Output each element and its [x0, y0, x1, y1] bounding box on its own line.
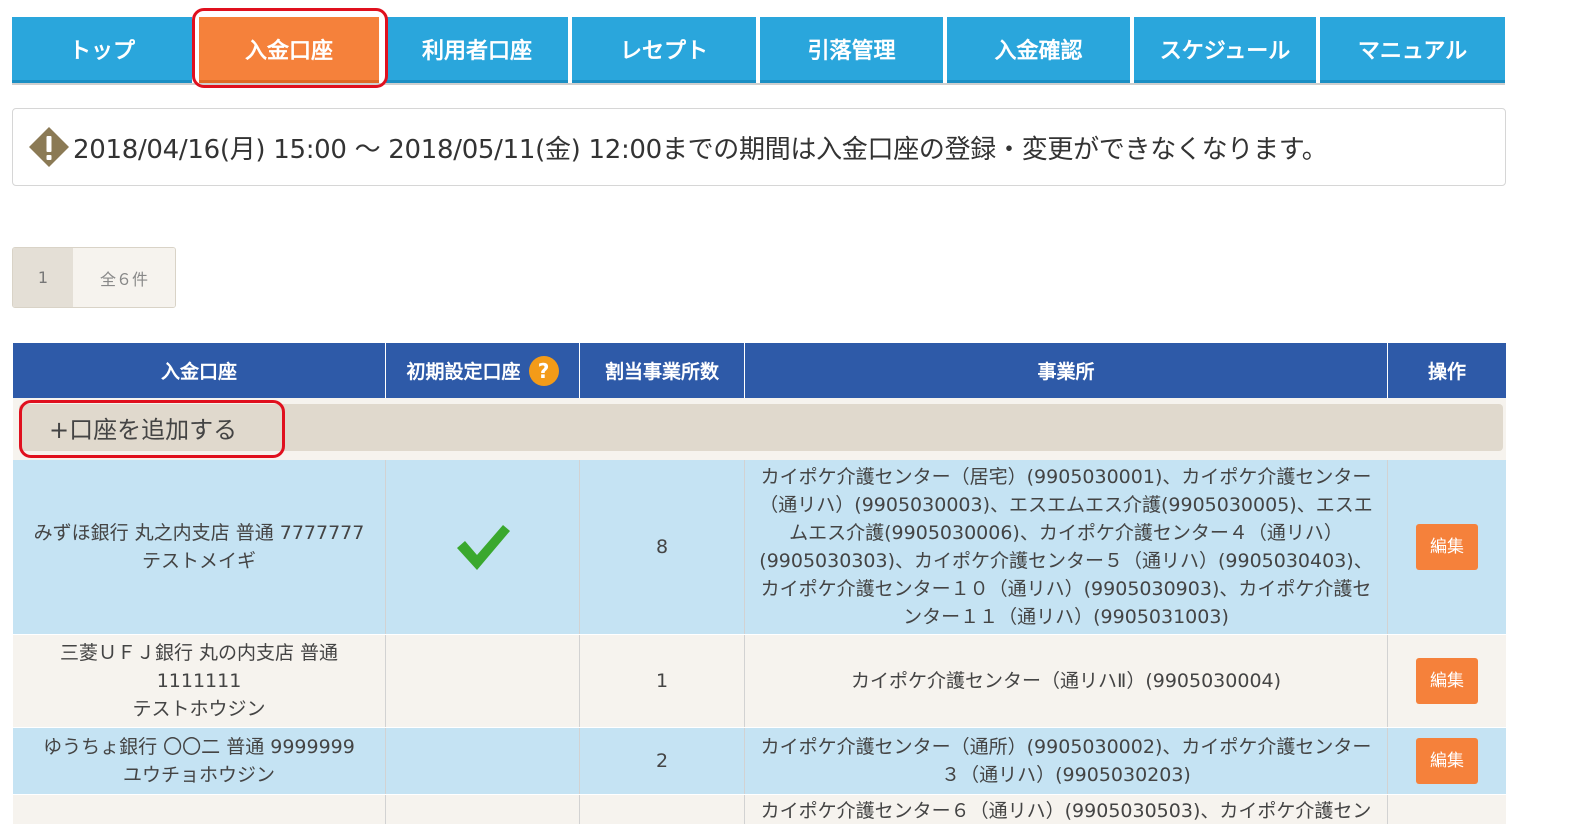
account-cell: 三菱ＵＦＪ銀行 丸の内支店 普通 1111111 テストホウジン [13, 635, 386, 727]
offices-cell: カイポケ介護センター（通所）(9905030002)、カイポケ介護センター３（通… [745, 728, 1388, 794]
account-cell: みずほ銀行 丸之内支店 普通 7777777 テストメイギ [13, 460, 386, 634]
header-account: 入金口座 [13, 343, 386, 398]
actions-cell [1388, 795, 1506, 824]
add-account-row: +口座を追加する [13, 398, 1506, 460]
tab-user-account[interactable]: 利用者口座 [386, 17, 568, 83]
tab-receipt[interactable]: レセプト [572, 17, 756, 83]
total-count: 全６件 [73, 248, 175, 307]
table-row: ゆうちょ銀行 〇〇二 普通 9999999 ユウチョホウジン 2 カイポケ介護セ… [13, 728, 1506, 795]
notice-text: 2018/04/16(月) 15:00 ～ 2018/05/11(金) 12:0… [73, 134, 1328, 165]
edit-button[interactable]: 編集 [1416, 524, 1478, 570]
office-count-cell: 1 [580, 635, 745, 727]
offices-cell: カイポケ介護センター（通リハⅡ）(9905030004) [745, 635, 1388, 727]
table-header: 入金口座 初期設定口座 ? 割当事業所数 事業所 操作 [13, 343, 1506, 398]
account-cell [13, 795, 386, 824]
tab-deposit-account[interactable]: 入金口座 [199, 17, 379, 83]
table-row: みずほ銀行 丸之内支店 普通 7777777 テストメイギ 8 カイポケ介護セン… [13, 460, 1506, 635]
default-account-cell [386, 728, 580, 794]
header-offices: 事業所 [745, 343, 1388, 398]
tab-deposit-confirm[interactable]: 入金確認 [947, 17, 1130, 83]
office-count-cell: 2 [580, 728, 745, 794]
office-count-cell: 8 [580, 460, 745, 634]
offices-cell: カイポケ介護センター（居宅）(9905030001)、カイポケ介護センター（通リ… [745, 460, 1388, 634]
tab-schedule[interactable]: スケジュール [1134, 17, 1316, 83]
table-row: 三菱ＵＦＪ銀行 丸の内支店 普通 1111111 テストホウジン 1 カイポケ介… [13, 635, 1506, 728]
default-account-cell [386, 460, 580, 634]
tab-withdrawal[interactable]: 引落管理 [760, 17, 943, 83]
main-nav: トップ 入金口座 利用者口座 レセプト 引落管理 入金確認 スケジュール マニュ… [12, 17, 1505, 83]
header-default-account: 初期設定口座 ? [386, 343, 580, 398]
actions-cell: 編集 [1388, 728, 1506, 794]
notice-box: 2018/04/16(月) 15:00 ～ 2018/05/11(金) 12:0… [12, 108, 1506, 186]
office-count-cell [580, 795, 745, 824]
nav-divider [12, 83, 1505, 85]
default-account-cell [386, 635, 580, 727]
tab-manual[interactable]: マニュアル [1320, 17, 1505, 83]
header-actions: 操作 [1427, 361, 1466, 383]
check-icon [456, 525, 510, 570]
actions-cell: 編集 [1388, 635, 1506, 727]
account-cell: ゆうちょ銀行 〇〇二 普通 9999999 ユウチョホウジン [13, 728, 386, 794]
pagination: 1 全６件 [12, 247, 176, 308]
add-account-button[interactable]: +口座を追加する [19, 404, 1503, 451]
edit-button[interactable]: 編集 [1416, 738, 1478, 784]
warning-diamond-icon [29, 127, 69, 167]
default-account-cell [386, 795, 580, 824]
tab-top[interactable]: トップ [12, 17, 192, 83]
edit-button[interactable]: 編集 [1416, 658, 1478, 704]
help-icon[interactable]: ? [528, 355, 559, 386]
table-row: カイポケ介護センター６（通リハ）(9905030503)、カイポケ介護センター [13, 795, 1506, 825]
actions-cell: 編集 [1388, 460, 1506, 634]
offices-cell: カイポケ介護センター６（通リハ）(9905030503)、カイポケ介護センター [745, 795, 1388, 824]
header-office-count: 割当事業所数 [580, 343, 745, 398]
page-1-button[interactable]: 1 [13, 248, 73, 307]
